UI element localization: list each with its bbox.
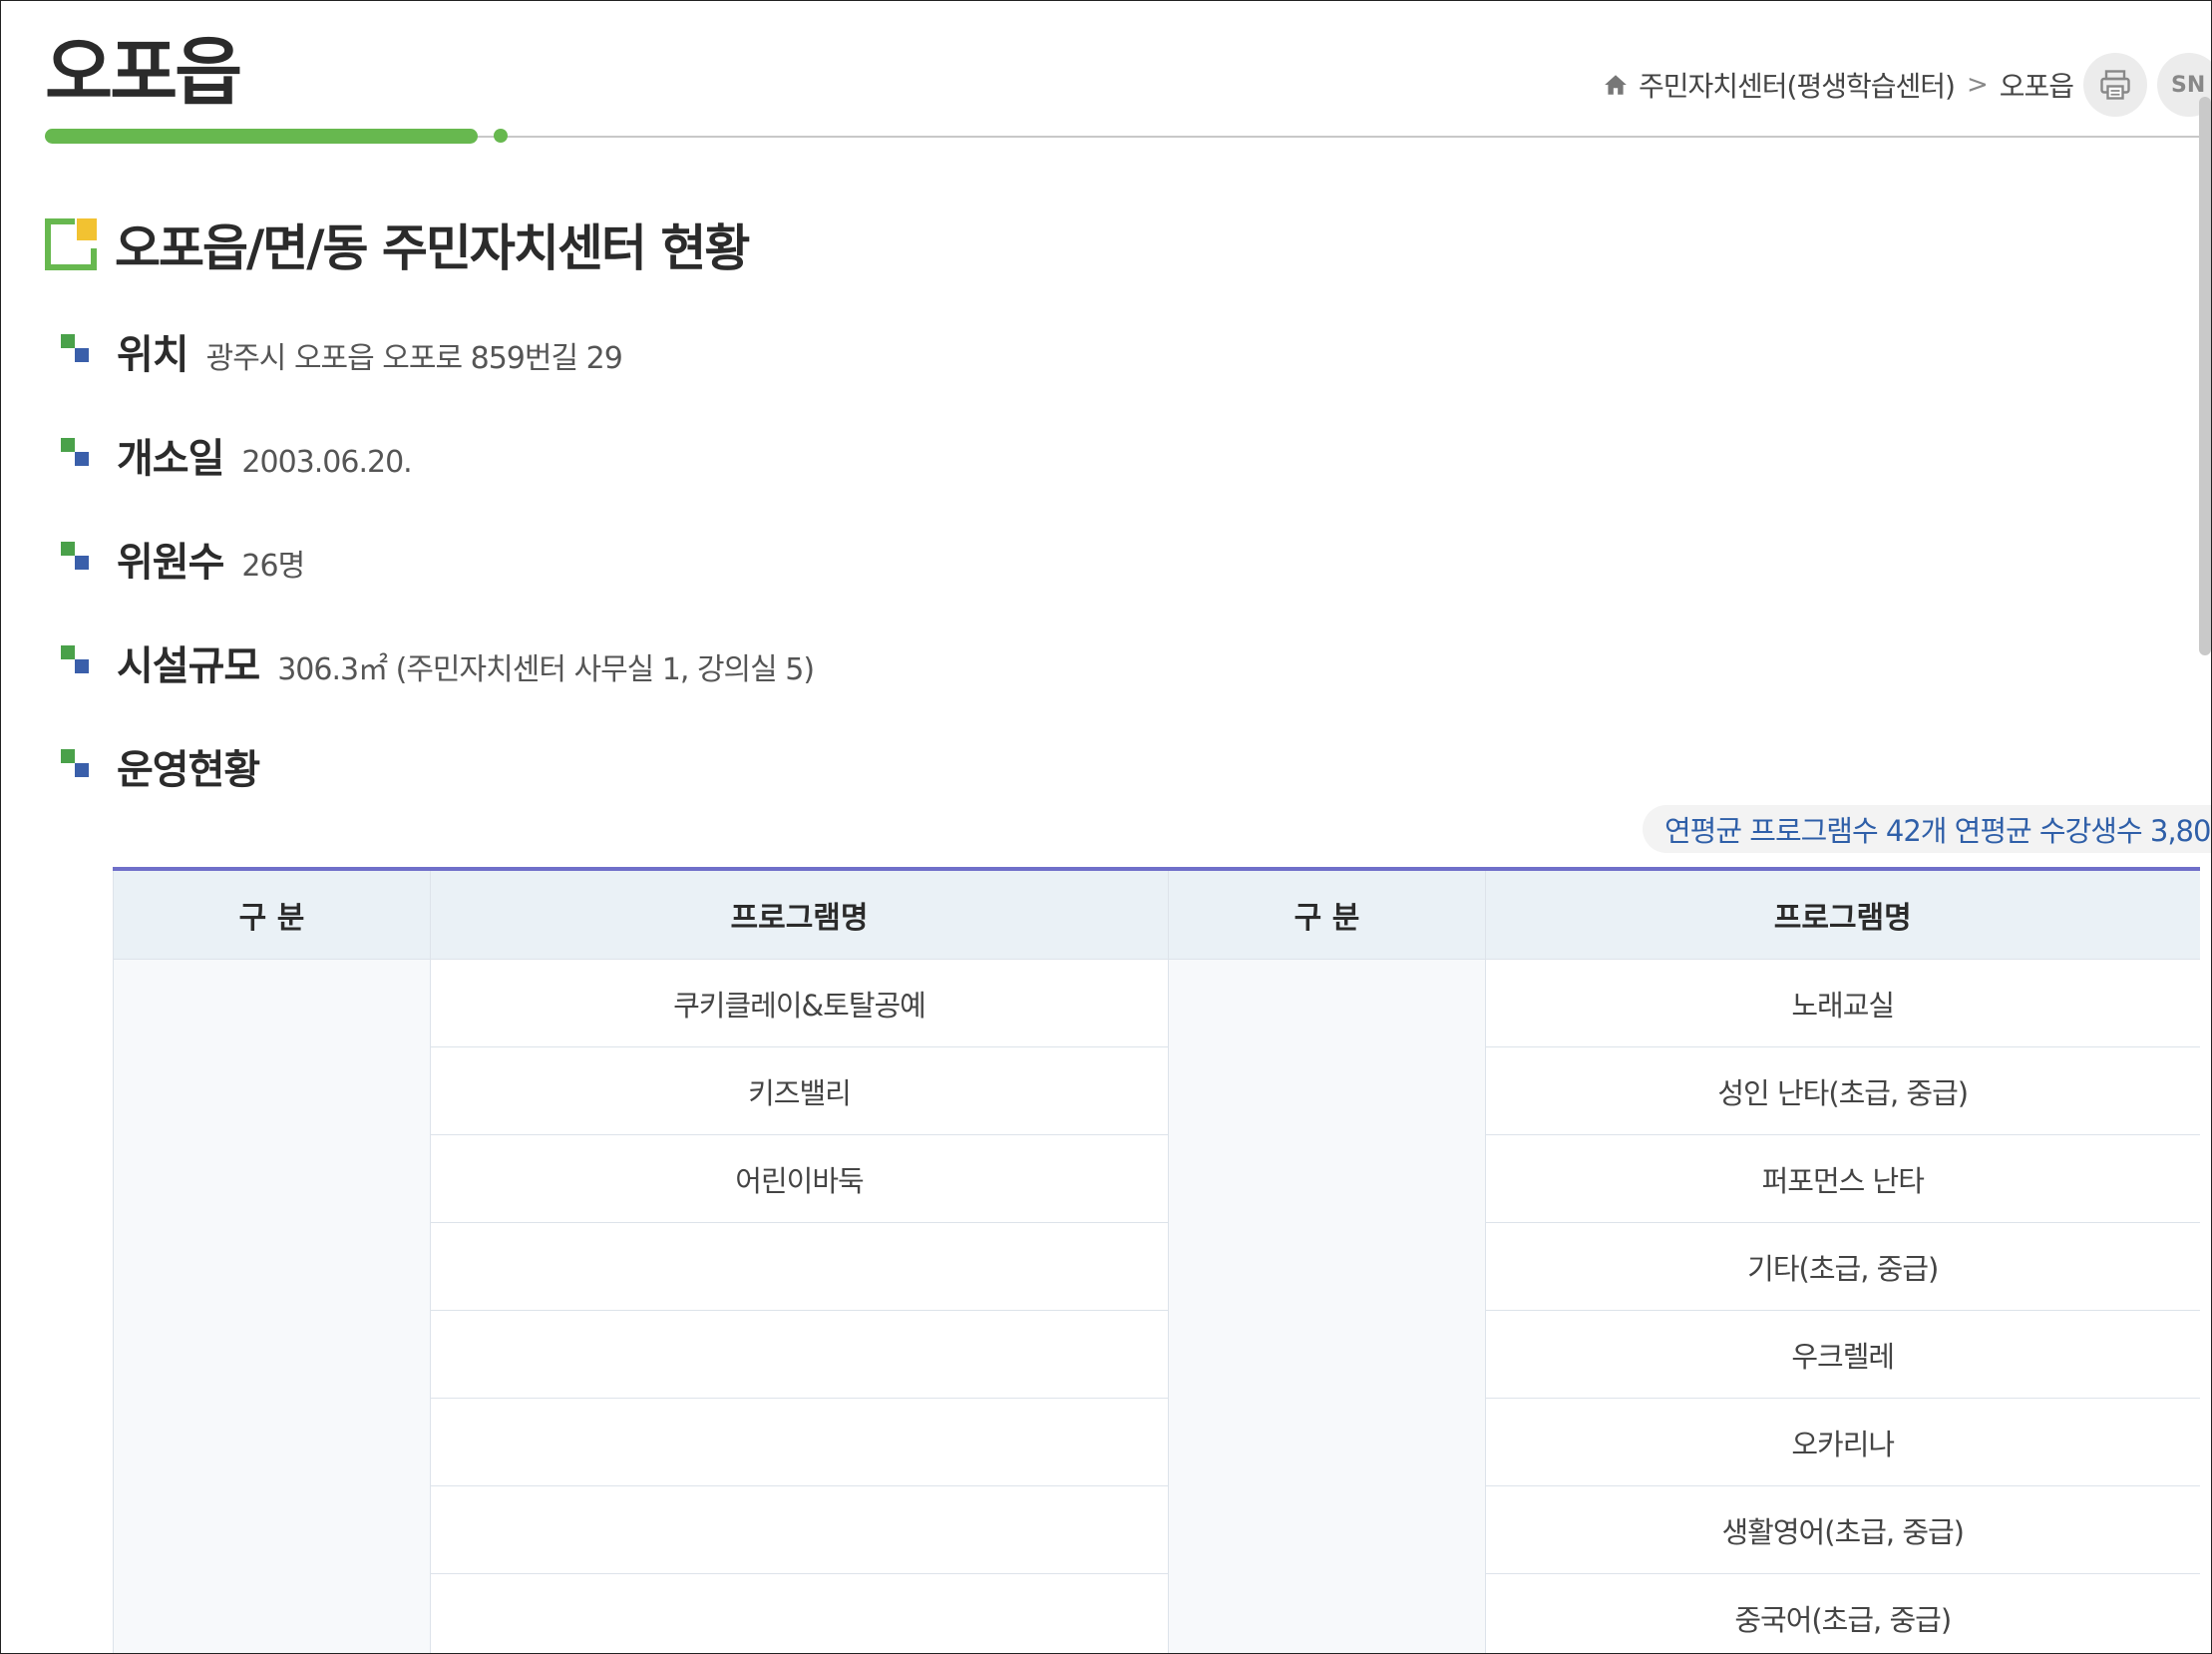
info-label: 운영현황 [117, 747, 260, 793]
program-cell: 기타(초급, 중급) [1485, 1222, 2200, 1311]
program-cell [430, 1573, 1169, 1653]
column-header-program: 프로그램명 [430, 867, 1169, 960]
page-frame: 오포읍 주민자치센터(평생학습센터) > 오포읍 SN 오포읍/면/동 주민자치… [0, 0, 2212, 1654]
printer-icon [2100, 70, 2130, 100]
column-header-category: 구 분 [113, 867, 431, 960]
program-cell [430, 1310, 1169, 1399]
page-title: 오포읍 [45, 30, 242, 116]
program-cell: 우크렐레 [1485, 1310, 2200, 1399]
program-cell: 키즈밸리 [430, 1046, 1169, 1135]
info-value: 306.3㎡ (주민자치센터 사무실 1, 강의실 5) [277, 652, 815, 687]
program-cell: 어린이바둑 [430, 1134, 1169, 1223]
category-cell-left [113, 959, 431, 1653]
summary-badge: 연평균 프로그램수 42개 연평균 수강생수 3,800명 [1643, 805, 2211, 853]
info-row-facility-size: 시설규모 306.3㎡ (주민자치센터 사무실 1, 강의실 5) [61, 633, 815, 691]
table-row: 쿠키클레이&토탈공예 노래교실 [113, 959, 2200, 1653]
program-cell [430, 1398, 1169, 1486]
program-cell: 중국어(초급, 중급) [1485, 1573, 2200, 1653]
info-label: 위치 [117, 332, 189, 378]
scrollbar-thumb[interactable] [2199, 97, 2211, 655]
title-accent-dot [494, 129, 508, 143]
home-icon[interactable] [1603, 72, 1629, 98]
title-accent-bar [45, 129, 478, 144]
square-bullet-icon [61, 334, 89, 362]
column-header-category: 구 분 [1168, 867, 1486, 960]
section-title: 오포읍/면/동 주민자치센터 현황 [115, 219, 750, 277]
table-header-row: 구 분 프로그램명 구 분 프로그램명 [113, 867, 2200, 960]
program-table: 구 분 프로그램명 구 분 프로그램명 쿠키클레이&토탈공예 노래교실 키즈밸리… [113, 867, 2200, 1653]
square-bullet-icon [61, 438, 89, 466]
category-cell-right [1168, 959, 1486, 1653]
bracket-section-icon [45, 218, 97, 270]
sns-button-label: SN [2171, 72, 2206, 98]
info-row-operation-status: 운영현황 [61, 737, 277, 795]
info-row-opening-date: 개소일 2003.06.20. [61, 426, 413, 484]
column-header-program: 프로그램명 [1485, 867, 2200, 960]
info-value: 광주시 오포읍 오포로 859번길 29 [205, 341, 623, 376]
program-cell: 쿠키클레이&토탈공예 [430, 959, 1169, 1047]
info-label: 위원수 [117, 540, 224, 586]
program-cell: 노래교실 [1485, 959, 2200, 1047]
breadcrumb-item-center[interactable]: 주민자치센터(평생학습센터) [1639, 65, 1956, 105]
info-value: 26명 [241, 549, 305, 584]
print-button[interactable] [2083, 53, 2147, 117]
program-cell: 성인 난타(초급, 중급) [1485, 1046, 2200, 1135]
info-row-members: 위원수 26명 [61, 530, 305, 588]
program-cell: 퍼포먼스 난타 [1485, 1134, 2200, 1223]
info-row-location: 위치 광주시 오포읍 오포로 859번길 29 [61, 322, 623, 380]
square-bullet-icon [61, 749, 89, 777]
info-value: 2003.06.20. [241, 445, 412, 480]
breadcrumb-separator: > [1966, 70, 1989, 100]
info-label: 개소일 [117, 436, 224, 482]
program-cell [430, 1222, 1169, 1311]
square-bullet-icon [61, 645, 89, 673]
breadcrumb: 주민자치센터(평생학습센터) > 오포읍 [1603, 65, 2074, 105]
program-cell [430, 1485, 1169, 1574]
program-cell: 오카리나 [1485, 1398, 2200, 1486]
info-label: 시설규모 [117, 643, 260, 689]
square-bullet-icon [61, 542, 89, 570]
breadcrumb-item-current: 오포읍 [1999, 70, 2074, 103]
program-cell: 생활영어(초급, 중급) [1485, 1485, 2200, 1574]
